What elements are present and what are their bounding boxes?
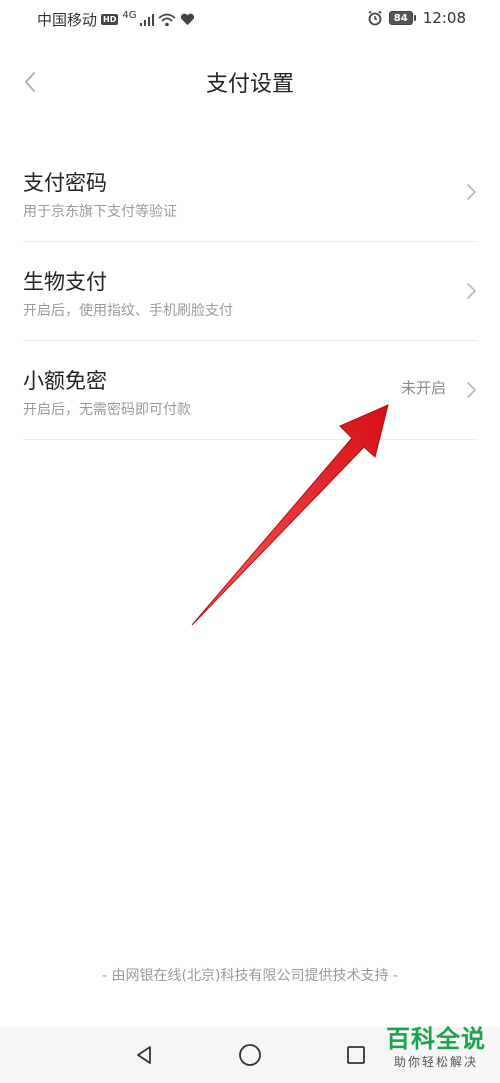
wifi-icon — [158, 13, 177, 26]
clock: 12:08 — [422, 9, 466, 27]
signal-bars-icon — [140, 13, 155, 26]
nav-recents-button[interactable] — [342, 1041, 370, 1069]
alarm-icon — [368, 10, 382, 26]
circle-home-icon — [239, 1044, 261, 1066]
top-navbar: 支付设置 — [0, 52, 500, 112]
setting-subtitle: 开启后，使用指纹、手机刷脸支付 — [23, 303, 233, 319]
setting-subtitle: 开启后，无需密码即可付款 — [23, 402, 191, 418]
watermark-title: 百科全说 — [386, 1025, 486, 1053]
carrier-name: 中国移动 — [37, 11, 98, 29]
setting-title: 生物支付 — [23, 270, 107, 294]
status-right: 84 12:08 — [367, 9, 466, 27]
setting-row-small-amount-password-free[interactable]: 小额免密 开启后，无需密码即可付款 未开启 — [23, 341, 478, 440]
setting-title: 支付密码 — [23, 171, 107, 195]
status-left: 中国移动 HD 4G — [37, 9, 195, 30]
setting-row-biometric-payment[interactable]: 生物支付 开启后，使用指纹、手机刷脸支付 — [23, 242, 478, 341]
square-recents-icon — [347, 1046, 365, 1064]
setting-row-payment-password[interactable]: 支付密码 用于京东旗下支付等验证 — [23, 143, 478, 242]
watermark-subtitle: 助你轻松解决 — [393, 1055, 478, 1069]
signal-icon: 4G — [122, 10, 137, 21]
status-bar: 中国移动 HD 4G 84 12:08 — [0, 0, 500, 36]
nav-home-button[interactable] — [236, 1041, 264, 1069]
setting-title: 小额免密 — [23, 369, 107, 393]
battery-icon: 84 — [388, 11, 416, 25]
chevron-right-icon — [467, 184, 476, 200]
chevron-right-icon — [467, 382, 476, 398]
setting-status-value: 未开启 — [400, 379, 446, 397]
provider-footer: - 由网银在线(北京)科技有限公司提供技术支持 - — [102, 968, 398, 984]
setting-subtitle: 用于京东旗下支付等验证 — [23, 204, 177, 220]
heart-icon — [181, 13, 195, 26]
watermark-logo: 百科全说 助你轻松解决 — [386, 1025, 486, 1070]
page-title: 支付设置 — [205, 72, 294, 97]
settings-list: 支付密码 用于京东旗下支付等验证 生物支付 开启后，使用指纹、手机刷脸支付 小额… — [23, 143, 478, 440]
nav-back-button[interactable] — [130, 1041, 158, 1069]
triangle-back-icon — [137, 1046, 151, 1064]
hd-badge: HD — [101, 14, 119, 25]
chevron-right-icon — [467, 283, 476, 299]
